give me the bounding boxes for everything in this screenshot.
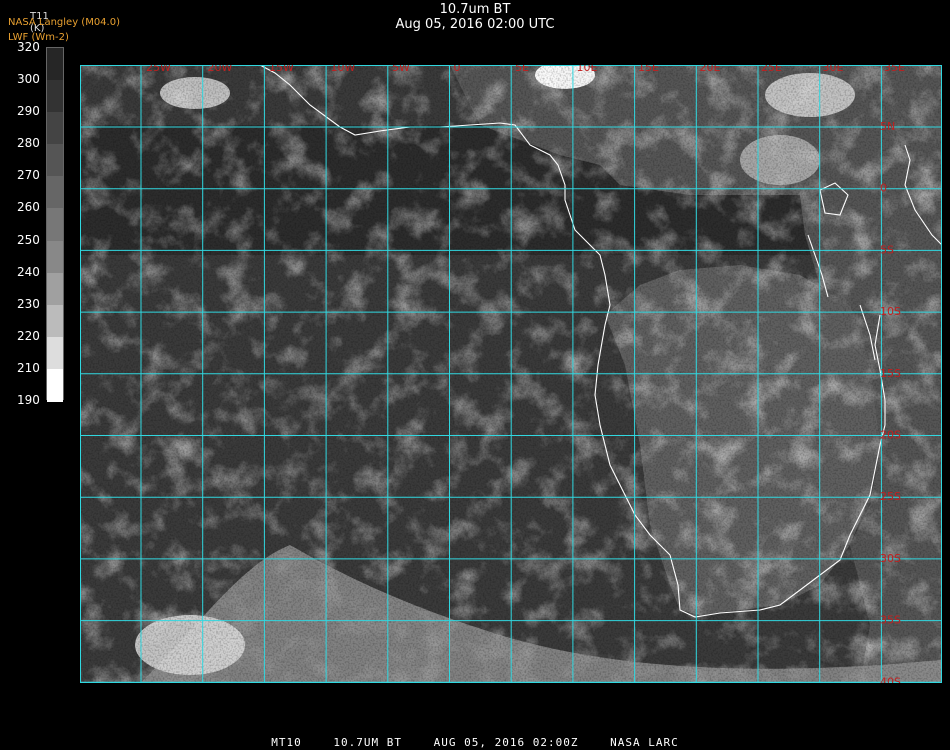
colorbar-segment	[47, 176, 63, 210]
colorbar-tick-label: 230	[17, 296, 40, 311]
colorbar-segment	[47, 368, 63, 402]
colorbar-segment	[47, 336, 63, 370]
colorbar-legend	[46, 47, 64, 402]
colorbar-tick-label: 270	[17, 168, 40, 183]
colorbar-tick-label: 300	[17, 72, 40, 87]
latitude-label: 30S	[880, 552, 901, 565]
longitude-label: 20W	[208, 65, 233, 74]
latitude-label: 25S	[880, 490, 901, 503]
longitude-label: 25E	[761, 65, 782, 74]
footer-source: NASA LARC	[610, 736, 679, 749]
colorbar-tick-label: 240	[17, 264, 40, 279]
latitude-label: 0	[880, 182, 887, 195]
colorbar-tick-label: 250	[17, 232, 40, 247]
colorbar-segment	[47, 208, 63, 242]
colorbar-segment	[47, 240, 63, 274]
longitude-label: 5E	[515, 65, 529, 74]
longitude-label: 15E	[638, 65, 659, 74]
latitude-label: 5S	[880, 243, 894, 256]
image-datetime: Aug 05, 2016 02:00 UTC	[395, 17, 555, 32]
colorbar-segment	[47, 80, 63, 114]
colorbar-tick-label: 220	[17, 328, 40, 343]
footer-satellite: MT10	[271, 736, 302, 749]
colorbar-tick-label: 280	[17, 136, 40, 151]
colorbar-tick-label: 290	[17, 104, 40, 119]
latitude-label: 5N	[880, 120, 895, 133]
satellite-map: 25W 20W 15W 10W 5W 0 5E 10E 15E 20E 25E 30E 35E 5N 0 5S…	[80, 65, 942, 683]
longitude-label: 30E	[823, 65, 844, 74]
image-title: 10.7um BT	[439, 2, 511, 17]
latitude-label: 40S	[880, 675, 901, 683]
footer-date: AUG 05, 2016 02:00Z	[433, 736, 579, 749]
longitude-label: 35E	[884, 65, 905, 74]
footer-bar: MT10 10.7UM BT AUG 05, 2016 02:00Z NASA …	[0, 736, 950, 750]
longitude-label: 20E	[700, 65, 721, 74]
longitude-label: 25W	[146, 65, 171, 74]
colorbar-segment	[47, 48, 63, 82]
longitude-label: 10E	[577, 65, 598, 74]
footer-product: 10.7UM BT	[333, 736, 403, 749]
latitude-label: 35S	[880, 614, 901, 627]
colorbar-segment	[47, 112, 63, 146]
colorbar-tick-label: 190	[17, 393, 40, 407]
longitude-label: 5W	[392, 65, 410, 74]
colorbar-segment	[47, 272, 63, 306]
colorbar-tick-label: 260	[17, 200, 40, 215]
longitude-label: 0	[454, 65, 461, 74]
longitude-label: 15W	[269, 65, 294, 74]
colorbar-segment	[47, 144, 63, 178]
colorbar-tick-label: 320	[17, 40, 40, 54]
latitude-label: 15S	[880, 367, 901, 380]
colorbar-tick-label: 210	[17, 360, 40, 375]
latitude-label: 20S	[880, 429, 901, 442]
latitude-label: 10S	[880, 305, 901, 318]
longitude-label: 10W	[331, 65, 356, 74]
credit-nasa-langley: NASA Langley (M04.0)	[8, 17, 120, 28]
colorbar-segment	[47, 304, 63, 338]
